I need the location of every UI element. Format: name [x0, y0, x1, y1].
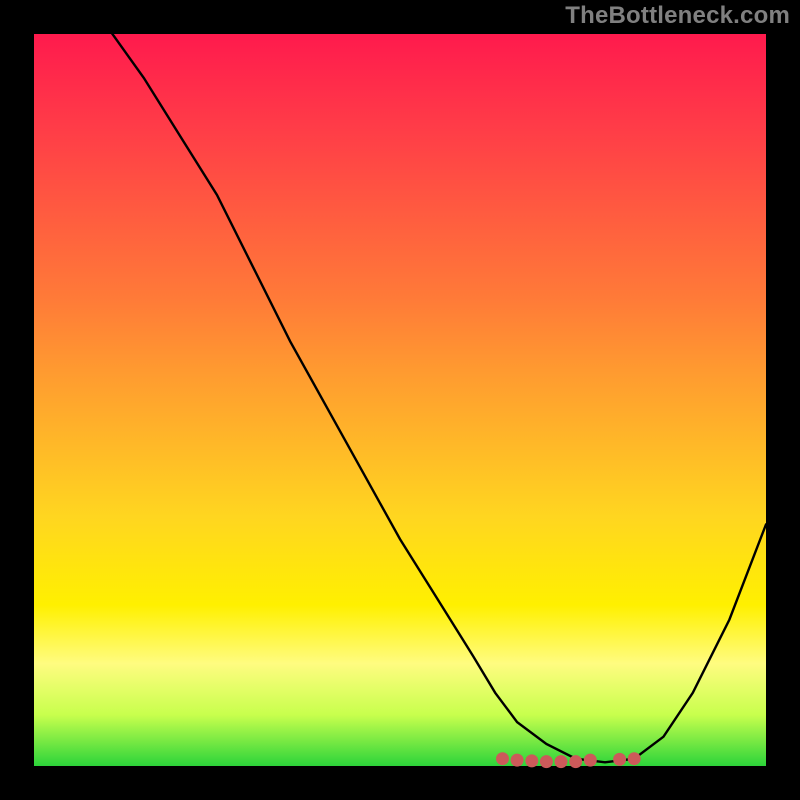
marker-4 [540, 755, 553, 768]
marker-7 [584, 754, 597, 767]
marker-9 [628, 752, 641, 765]
curve-layer [0, 0, 800, 800]
marker-8 [613, 753, 626, 766]
marker-2 [511, 754, 524, 767]
chart-frame: TheBottleneck.com [0, 0, 800, 800]
bottleneck-curve [34, 0, 766, 762]
marker-1 [496, 752, 509, 765]
marker-3 [525, 754, 538, 767]
marker-5 [555, 755, 568, 768]
marker-6 [569, 755, 582, 768]
